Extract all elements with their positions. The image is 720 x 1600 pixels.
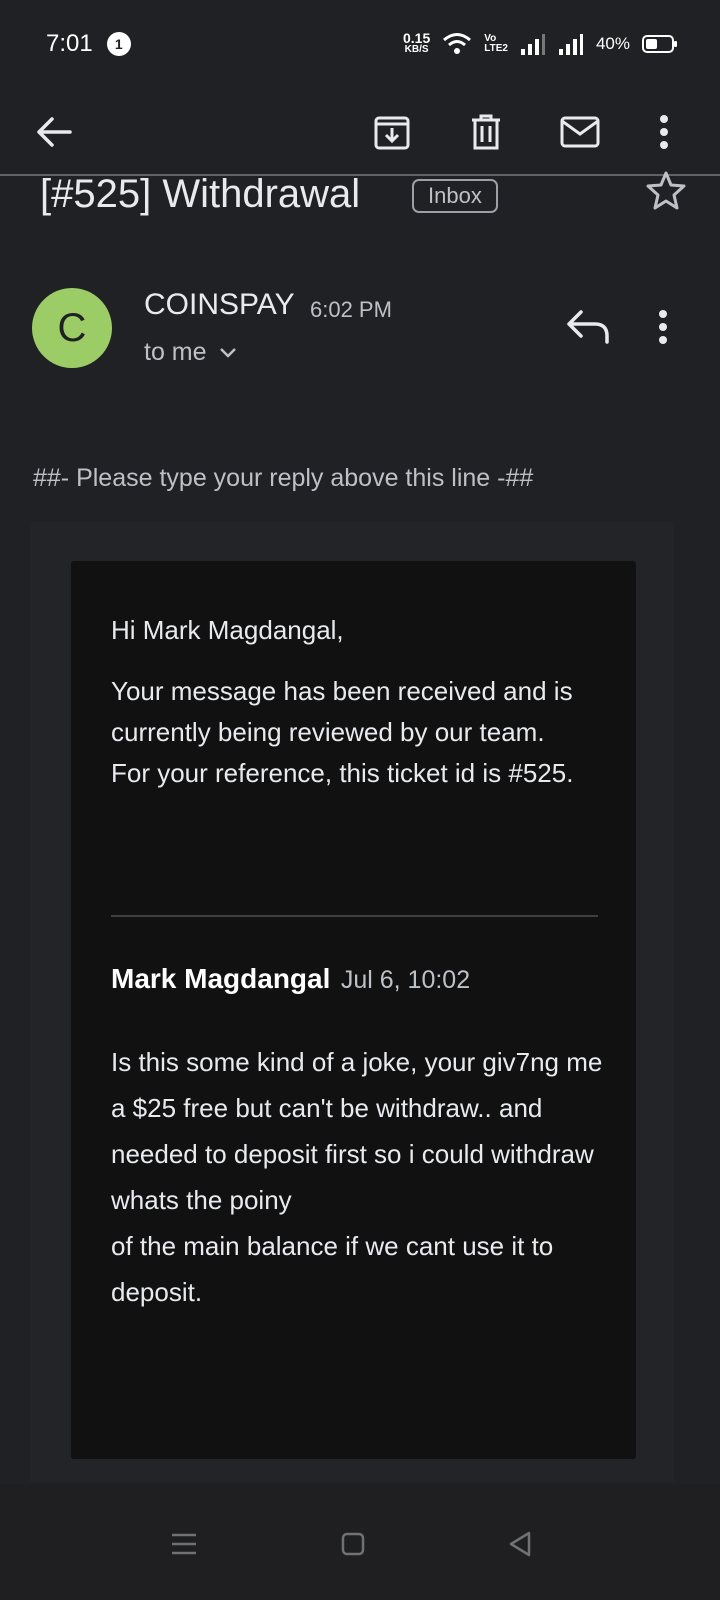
status-bar: 7:01 1 0.15 KB/S Vo LTE2 40%	[0, 0, 720, 88]
reply-above-marker: ##- Please type your reply above this li…	[33, 464, 534, 492]
more-vert-icon	[660, 115, 668, 149]
email-toolbar	[0, 88, 720, 176]
menu-icon	[172, 1533, 196, 1555]
back-arrow-icon	[37, 117, 72, 147]
network-speed: 0.15 KB/S	[403, 30, 431, 55]
chevron-down-icon	[219, 347, 236, 358]
recents-button[interactable]	[164, 1524, 204, 1564]
recipient-label: to me	[144, 338, 207, 366]
message-text: Your message has been received and is cu…	[111, 676, 574, 788]
volte-indicator: Vo LTE2	[484, 34, 508, 54]
notification-badge: 1	[106, 32, 131, 56]
greeting-text: Hi Mark Magdangal,	[111, 615, 344, 645]
battery-icon	[642, 35, 677, 53]
subject-row: [#525] Withdrawal Inbox	[40, 168, 700, 228]
sender-name: COINSPAY	[144, 288, 295, 321]
delete-button[interactable]	[458, 104, 514, 160]
status-time: 7:01	[46, 30, 93, 57]
status-indicators: 0.15 KB/S Vo LTE2 40%	[403, 30, 677, 56]
battery-percent: 40%	[595, 34, 630, 53]
home-square-icon	[341, 1532, 365, 1556]
signal-icon-sim2	[558, 34, 583, 55]
email-time: 6:02 PM	[310, 297, 392, 322]
quoted-author: Mark Magdangal	[111, 963, 331, 994]
network-speed-value: 0.15	[403, 30, 431, 46]
quoted-date: Jul 6, 10:02	[340, 966, 471, 994]
home-button[interactable]	[333, 1524, 373, 1564]
email-subject: [#525] Withdrawal	[40, 172, 361, 216]
recipient-details-toggle[interactable]: to me	[144, 338, 237, 367]
back-triangle-icon	[509, 1531, 531, 1557]
archive-icon	[374, 116, 410, 150]
system-back-button[interactable]	[500, 1524, 540, 1564]
divider	[111, 915, 598, 917]
sender-avatar[interactable]: C	[32, 288, 112, 368]
archive-button[interactable]	[364, 104, 420, 160]
quoted-message-header: Mark Magdangal Jul 6, 10:02	[111, 963, 470, 995]
signal-icon-sim1	[520, 34, 545, 55]
quoted-message-text: Is this some kind of a joke, your giv7ng…	[111, 1047, 603, 1307]
system-nav-bar	[0, 1484, 720, 1600]
star-icon[interactable]	[646, 170, 686, 210]
network-speed-unit: KB/S	[404, 44, 429, 55]
mark-unread-button[interactable]	[552, 104, 608, 160]
delete-icon	[472, 114, 500, 150]
more-options-button[interactable]	[636, 104, 692, 160]
volte-bottom-label: LTE2	[484, 43, 508, 54]
mark-unread-icon	[560, 116, 600, 148]
message-card: Hi Mark Magdangal, Your message has been…	[71, 561, 636, 1459]
back-button[interactable]	[26, 104, 82, 160]
reply-icon[interactable]	[565, 306, 615, 350]
wifi-icon	[443, 33, 472, 54]
inbox-label-chip[interactable]: Inbox	[412, 179, 498, 213]
message-more-icon[interactable]	[650, 306, 680, 350]
